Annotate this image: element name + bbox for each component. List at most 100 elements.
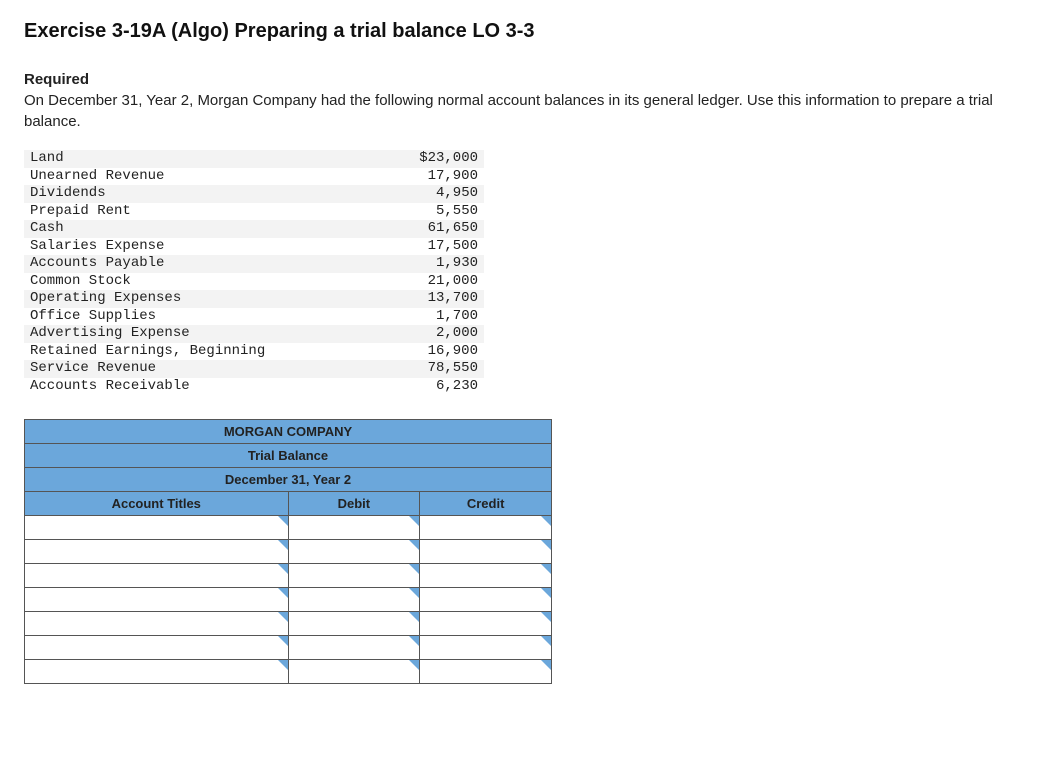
- ledger-row: Prepaid Rent5,550: [24, 203, 484, 221]
- tb-account-title-cell[interactable]: [25, 660, 289, 684]
- dropdown-indicator-icon: [278, 636, 288, 646]
- tb-credit-cell[interactable]: [420, 564, 552, 588]
- tb-account-title-cell[interactable]: [25, 564, 289, 588]
- dropdown-indicator-icon: [409, 564, 419, 574]
- tb-credit-cell[interactable]: [420, 540, 552, 564]
- dropdown-indicator-icon: [278, 540, 288, 550]
- ledger-row: Cash61,650: [24, 220, 484, 238]
- tb-account-title-cell[interactable]: [25, 516, 289, 540]
- dropdown-indicator-icon: [541, 636, 551, 646]
- ledger-account-amount: 1,700: [284, 308, 484, 326]
- ledger-account-amount: 78,550: [284, 360, 484, 378]
- ledger-row: Common Stock21,000: [24, 273, 484, 291]
- ledger-table: Land$23,000Unearned Revenue17,900Dividen…: [24, 150, 484, 395]
- ledger-account-name: Dividends: [24, 185, 284, 203]
- tb-input-row: [25, 612, 552, 636]
- dropdown-indicator-icon: [409, 516, 419, 526]
- ledger-account-name: Service Revenue: [24, 360, 284, 378]
- tb-col-debit: Debit: [288, 492, 420, 516]
- ledger-row: Unearned Revenue17,900: [24, 168, 484, 186]
- ledger-account-name: Advertising Expense: [24, 325, 284, 343]
- tb-title: Trial Balance: [25, 444, 552, 468]
- dropdown-indicator-icon: [278, 516, 288, 526]
- ledger-row: Salaries Expense17,500: [24, 238, 484, 256]
- ledger-account-name: Accounts Payable: [24, 255, 284, 273]
- ledger-account-amount: 1,930: [284, 255, 484, 273]
- dropdown-indicator-icon: [409, 588, 419, 598]
- tb-input-row: [25, 636, 552, 660]
- dropdown-indicator-icon: [541, 588, 551, 598]
- dropdown-indicator-icon: [409, 540, 419, 550]
- dropdown-indicator-icon: [409, 660, 419, 670]
- tb-debit-cell[interactable]: [288, 516, 420, 540]
- tb-credit-cell[interactable]: [420, 636, 552, 660]
- ledger-account-amount: 21,000: [284, 273, 484, 291]
- ledger-account-name: Unearned Revenue: [24, 168, 284, 186]
- tb-debit-cell[interactable]: [288, 612, 420, 636]
- ledger-row: Operating Expenses13,700: [24, 290, 484, 308]
- tb-company: MORGAN COMPANY: [25, 420, 552, 444]
- ledger-account-name: Office Supplies: [24, 308, 284, 326]
- dropdown-indicator-icon: [278, 612, 288, 622]
- ledger-account-amount: $23,000: [284, 150, 484, 168]
- tb-account-title-cell[interactable]: [25, 636, 289, 660]
- tb-debit-cell[interactable]: [288, 660, 420, 684]
- ledger-account-amount: 5,550: [284, 203, 484, 221]
- ledger-account-amount: 16,900: [284, 343, 484, 361]
- tb-input-row: [25, 660, 552, 684]
- dropdown-indicator-icon: [278, 660, 288, 670]
- ledger-account-name: Accounts Receivable: [24, 378, 284, 396]
- exercise-title: Exercise 3-19A (Algo) Preparing a trial …: [24, 20, 1036, 43]
- tb-debit-cell[interactable]: [288, 636, 420, 660]
- ledger-account-name: Prepaid Rent: [24, 203, 284, 221]
- tb-debit-cell[interactable]: [288, 564, 420, 588]
- tb-col-titles: Account Titles: [25, 492, 289, 516]
- tb-account-title-cell[interactable]: [25, 588, 289, 612]
- tb-input-row: [25, 540, 552, 564]
- tb-col-credit: Credit: [420, 492, 552, 516]
- ledger-account-amount: 17,500: [284, 238, 484, 256]
- tb-account-title-cell[interactable]: [25, 612, 289, 636]
- ledger-account-amount: 4,950: [284, 185, 484, 203]
- ledger-row: Retained Earnings, Beginning16,900: [24, 343, 484, 361]
- dropdown-indicator-icon: [541, 540, 551, 550]
- trial-balance-table: MORGAN COMPANY Trial Balance December 31…: [24, 419, 552, 684]
- ledger-row: Accounts Payable1,930: [24, 255, 484, 273]
- ledger-account-name: Salaries Expense: [24, 238, 284, 256]
- dropdown-indicator-icon: [541, 660, 551, 670]
- tb-date: December 31, Year 2: [25, 468, 552, 492]
- tb-credit-cell[interactable]: [420, 612, 552, 636]
- ledger-account-amount: 17,900: [284, 168, 484, 186]
- dropdown-indicator-icon: [541, 612, 551, 622]
- ledger-account-amount: 2,000: [284, 325, 484, 343]
- ledger-row: Office Supplies1,700: [24, 308, 484, 326]
- tb-account-title-cell[interactable]: [25, 540, 289, 564]
- ledger-account-name: Common Stock: [24, 273, 284, 291]
- dropdown-indicator-icon: [278, 564, 288, 574]
- dropdown-indicator-icon: [409, 612, 419, 622]
- dropdown-indicator-icon: [541, 564, 551, 574]
- tb-credit-cell[interactable]: [420, 588, 552, 612]
- dropdown-indicator-icon: [409, 636, 419, 646]
- tb-input-row: [25, 588, 552, 612]
- tb-input-row: [25, 564, 552, 588]
- ledger-account-name: Retained Earnings, Beginning: [24, 343, 284, 361]
- ledger-row: Advertising Expense2,000: [24, 325, 484, 343]
- ledger-account-amount: 13,700: [284, 290, 484, 308]
- ledger-account-name: Cash: [24, 220, 284, 238]
- intro-text: On December 31, Year 2, Morgan Company h…: [24, 90, 1036, 132]
- tb-input-row: [25, 516, 552, 540]
- ledger-account-name: Land: [24, 150, 284, 168]
- dropdown-indicator-icon: [541, 516, 551, 526]
- ledger-row: Accounts Receivable6,230: [24, 378, 484, 396]
- ledger-row: Service Revenue78,550: [24, 360, 484, 378]
- ledger-account-amount: 6,230: [284, 378, 484, 396]
- tb-debit-cell[interactable]: [288, 588, 420, 612]
- tb-credit-cell[interactable]: [420, 660, 552, 684]
- tb-credit-cell[interactable]: [420, 516, 552, 540]
- required-heading: Required: [24, 71, 1036, 88]
- tb-debit-cell[interactable]: [288, 540, 420, 564]
- ledger-row: Dividends4,950: [24, 185, 484, 203]
- dropdown-indicator-icon: [278, 588, 288, 598]
- ledger-row: Land$23,000: [24, 150, 484, 168]
